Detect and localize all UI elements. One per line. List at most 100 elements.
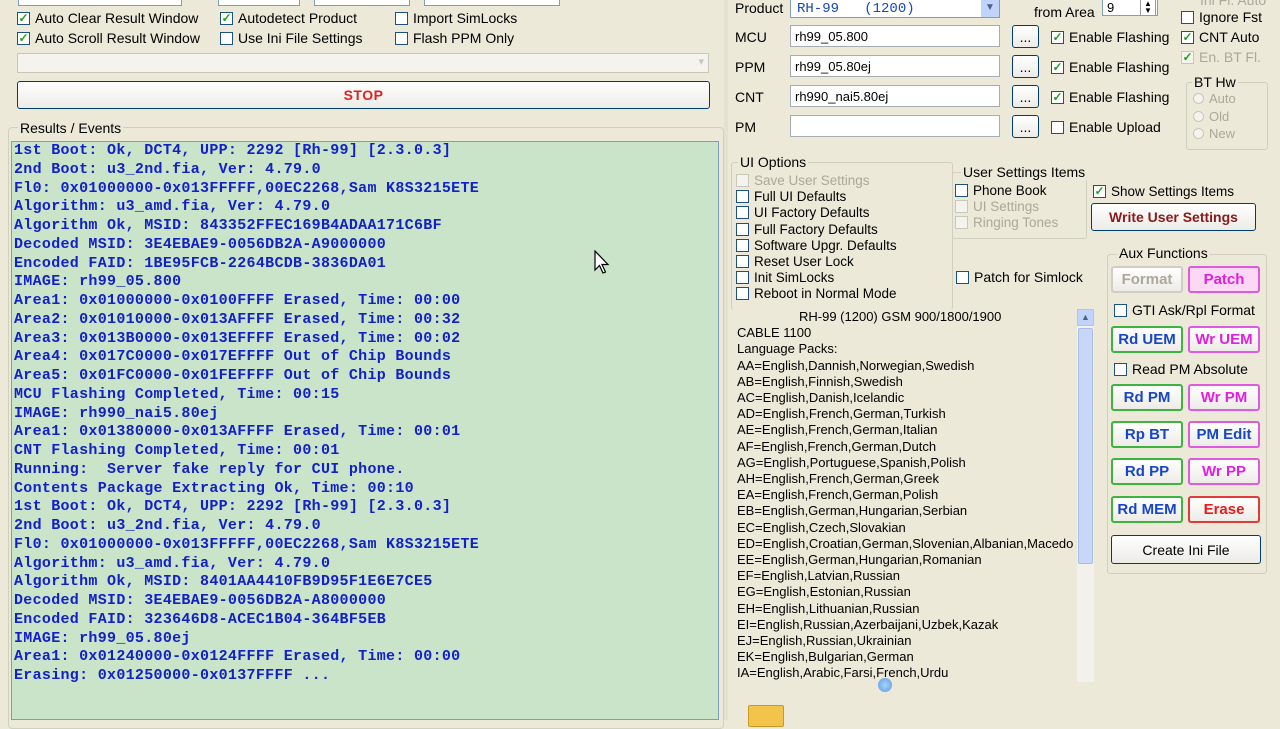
from-area-spinner[interactable]: 9 ▲ ▼ (1102, 0, 1158, 16)
bt-hw-new-radio[interactable]: New (1193, 126, 1235, 141)
ui-option-checkbox[interactable]: UI Factory Defaults (736, 205, 870, 220)
checkbox-box[interactable] (1181, 30, 1194, 44)
mcu-browse-button[interactable]: ... (1012, 25, 1039, 48)
rd-pm-button[interactable]: Rd PM (1111, 384, 1183, 411)
ppm-enable-flashing[interactable]: Enable Flashing (1051, 59, 1169, 75)
checkbox-box[interactable] (395, 11, 408, 25)
checkbox-box[interactable] (1181, 10, 1194, 24)
wr-uem-button[interactable]: Wr UEM (1188, 326, 1260, 353)
ringing-tones-checkbox[interactable]: Ringing Tones (955, 215, 1058, 230)
stop-button[interactable]: STOP (17, 81, 710, 109)
disabled-combo[interactable]: ▾ (17, 53, 709, 73)
use-ini-checkbox[interactable]: Use Ini File Settings (220, 30, 363, 46)
auto-clear-checkbox[interactable]: Auto Clear Result Window (17, 10, 198, 26)
wr-pm-button[interactable]: Wr PM (1188, 384, 1260, 411)
cnt-auto-checkbox[interactable]: CNT Auto (1181, 29, 1259, 45)
create-ini-file-button[interactable]: Create Ini File (1111, 535, 1261, 564)
checkbox-box[interactable] (736, 271, 749, 285)
info-scrollbar[interactable]: ▲ (1077, 309, 1094, 682)
pm-edit-button[interactable]: PM Edit (1188, 421, 1260, 448)
checkbox-box[interactable] (955, 184, 968, 197)
ui-option-checkbox[interactable]: Reboot in Normal Mode (736, 286, 897, 301)
checkbox-box[interactable] (1114, 303, 1127, 317)
panel-divider[interactable] (724, 0, 728, 720)
top-combo-4[interactable] (424, 0, 560, 6)
pm-enable-upload[interactable]: Enable Upload (1051, 119, 1161, 135)
cnt-enable-flashing[interactable]: Enable Flashing (1051, 89, 1169, 105)
checkbox-box[interactable] (736, 238, 749, 252)
radio-icon[interactable] (1193, 93, 1204, 104)
wr-pp-button[interactable]: Wr PP (1188, 458, 1260, 485)
cnt-browse-button[interactable]: ... (1012, 85, 1039, 108)
scroll-thumb[interactable] (1078, 328, 1093, 564)
checkbox-box[interactable] (736, 255, 749, 268)
ui-option-checkbox[interactable]: Reset User Lock (736, 254, 854, 269)
mcu-enable-flashing[interactable]: Enable Flashing (1051, 29, 1169, 45)
checkbox-box[interactable] (220, 31, 233, 45)
checkbox-box[interactable] (1114, 362, 1127, 376)
autodetect-product-checkbox[interactable]: Autodetect Product (220, 10, 357, 26)
ui-option-checkbox[interactable]: Init SimLocks (736, 270, 834, 285)
radio-icon[interactable] (1193, 111, 1204, 122)
scroll-up-icon[interactable]: ▲ (1077, 309, 1094, 326)
erase-button[interactable]: Erase (1188, 496, 1260, 523)
patch-button[interactable]: Patch (1188, 266, 1260, 293)
checkbox-box[interactable] (1093, 185, 1106, 198)
checkbox-box[interactable] (17, 31, 30, 45)
checkbox-box[interactable] (395, 31, 408, 45)
ui-option-checkbox[interactable]: Full UI Defaults (736, 189, 846, 204)
checkbox-box[interactable] (736, 174, 749, 187)
checkbox-box[interactable] (736, 287, 749, 301)
pm-file-field[interactable] (790, 115, 1000, 137)
auto-scroll-checkbox[interactable]: Auto Scroll Result Window (17, 30, 200, 46)
pm-browse-button[interactable]: ... (1012, 115, 1039, 138)
spinner-arrows-icon[interactable]: ▲ ▼ (1140, 0, 1156, 16)
ignore-fst-checkbox[interactable]: Ignore Fst (1181, 9, 1262, 25)
checkbox-box[interactable] (1181, 50, 1194, 64)
write-user-settings-button[interactable]: Write User Settings (1091, 203, 1256, 231)
read-pm-absolute-checkbox[interactable]: Read PM Absolute (1114, 361, 1248, 377)
radio-icon[interactable] (1193, 128, 1204, 139)
checkbox-box[interactable] (955, 216, 968, 229)
patch-simlock-checkbox[interactable]: Patch for Simlock (956, 269, 1083, 285)
phone-book-checkbox[interactable]: Phone Book (955, 183, 1047, 198)
checkbox-box[interactable] (1051, 60, 1064, 74)
rd-pp-button[interactable]: Rd PP (1111, 458, 1183, 485)
checkbox-box[interactable] (17, 11, 30, 25)
cnt-file-field[interactable]: rh990_nai5.80ej (790, 85, 1000, 107)
checkbox-box[interactable] (220, 11, 233, 25)
show-settings-checkbox[interactable]: Show Settings Items (1093, 184, 1234, 199)
checkbox-box[interactable] (1051, 30, 1064, 44)
checkbox-box[interactable] (736, 206, 749, 220)
format-button[interactable]: Format (1111, 266, 1183, 293)
import-simlocks-checkbox[interactable]: Import SimLocks (395, 10, 517, 26)
checkbox-box[interactable] (736, 222, 749, 236)
rp-bt-button[interactable]: Rp BT (1111, 421, 1183, 448)
chevron-down-icon[interactable]: ▼ (981, 0, 999, 17)
product-select[interactable]: RH-99 (1200) ▼ (790, 0, 1000, 18)
top-combo-1[interactable] (18, 0, 182, 6)
mcu-file-field[interactable]: rh99_05.800 (790, 25, 1000, 47)
ui-option-checkbox[interactable]: Software Upgr. Defaults (736, 238, 897, 253)
en-bt-fl-checkbox[interactable]: En. BT Fl. (1181, 49, 1261, 65)
flash-ppm-only-checkbox[interactable]: Flash PPM Only (395, 30, 514, 46)
rd-mem-button[interactable]: Rd MEM (1111, 496, 1183, 523)
results-log[interactable]: 1st Boot: Ok, DCT4, UPP: 2292 [Rh-99] [2… (11, 141, 719, 720)
checkbox-box[interactable] (1051, 120, 1064, 134)
top-combo-3[interactable] (314, 0, 410, 6)
gti-ask-checkbox[interactable]: GTI Ask/Rpl Format (1114, 302, 1255, 318)
checkbox-box[interactable] (736, 190, 749, 204)
bt-hw-old-radio[interactable]: Old (1193, 109, 1229, 124)
info-list[interactable]: RH-99 (1200) GSM 900/1800/1900 CABLE 1100… (733, 309, 1076, 682)
rd-uem-button[interactable]: Rd UEM (1111, 326, 1183, 353)
ppm-browse-button[interactable]: ... (1012, 55, 1039, 78)
checkbox-box[interactable] (1051, 90, 1064, 104)
top-combo-2[interactable] (218, 0, 300, 6)
ui-option-checkbox[interactable]: Save User Settings (736, 173, 870, 188)
ppm-file-field[interactable]: rh99_05.80ej (790, 55, 1000, 77)
ui-settings-checkbox[interactable]: UI Settings (955, 199, 1039, 214)
checkbox-box[interactable] (955, 200, 968, 213)
bt-hw-auto-radio[interactable]: Auto (1193, 91, 1236, 106)
checkbox-box[interactable] (956, 270, 969, 284)
folder-icon[interactable] (748, 705, 784, 727)
